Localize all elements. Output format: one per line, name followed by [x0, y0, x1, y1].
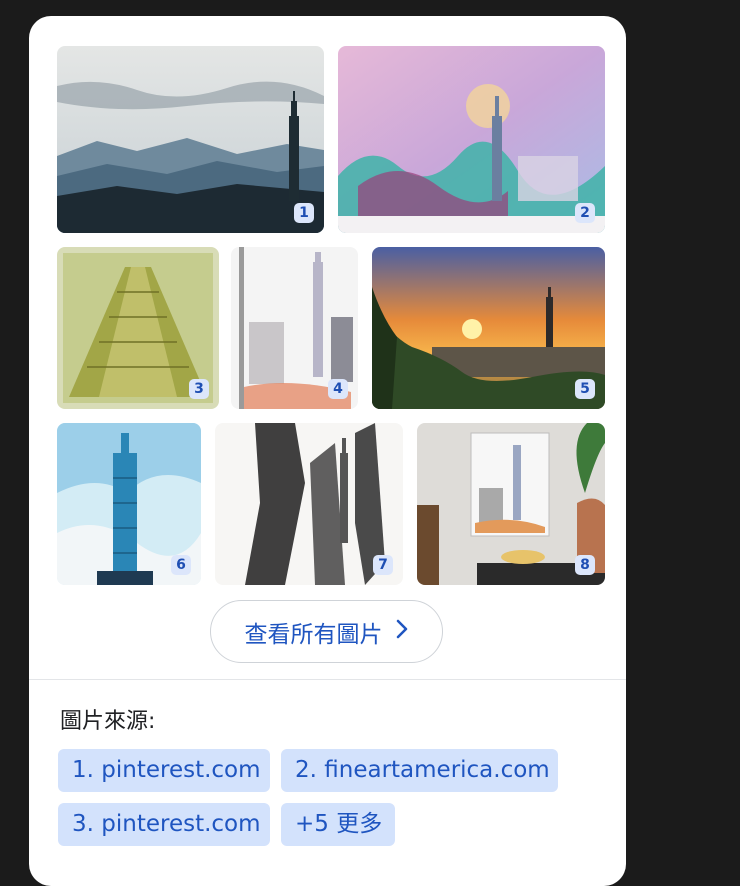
image-thumbnail-2[interactable]: 2	[338, 46, 605, 233]
image-thumbnail-7[interactable]: 7	[215, 423, 403, 585]
image-number-badge: 4	[328, 379, 348, 399]
image-sources-label: 圖片來源:	[60, 709, 156, 734]
image-number-badge: 7	[373, 555, 393, 575]
taipei-101-mountains-photo-icon	[57, 46, 324, 233]
view-all-images-button[interactable]: 查看所有圖片	[210, 600, 443, 663]
taipei-101-watercolor-pink-icon	[338, 46, 605, 233]
image-thumbnail-4[interactable]: 4	[231, 247, 358, 409]
image-thumbnail-5[interactable]: 5	[372, 247, 605, 409]
image-number-badge: 5	[575, 379, 595, 399]
more-sources-chip[interactable]: +5 更多	[281, 803, 395, 846]
image-number-badge: 8	[575, 555, 595, 575]
image-number-badge: 3	[189, 379, 209, 399]
image-thumbnail-8[interactable]: 8	[417, 423, 605, 585]
view-all-images-label: 查看所有圖片	[244, 621, 383, 648]
image-thumbnail-3[interactable]: 3	[57, 247, 219, 409]
taipei-sunset-skyline-icon	[372, 247, 605, 409]
image-number-badge: 2	[575, 203, 595, 223]
section-divider	[29, 679, 626, 680]
image-results-card: 1 2 3 4 5 6 7 8 查看所有圖片 圖片來源: 1. pinteres…	[29, 16, 626, 886]
image-thumbnail-6[interactable]: 6	[57, 423, 201, 585]
image-number-badge: 6	[171, 555, 191, 575]
chevron-right-icon	[395, 618, 409, 646]
image-thumbnail-1[interactable]: 1	[57, 46, 324, 233]
source-chip-pinterest-3[interactable]: 3. pinterest.com	[58, 803, 270, 846]
source-chip-pinterest-1[interactable]: 1. pinterest.com	[58, 749, 270, 792]
image-number-badge: 1	[294, 203, 314, 223]
source-chip-fineartamerica[interactable]: 2. fineartamerica.com	[281, 749, 558, 792]
